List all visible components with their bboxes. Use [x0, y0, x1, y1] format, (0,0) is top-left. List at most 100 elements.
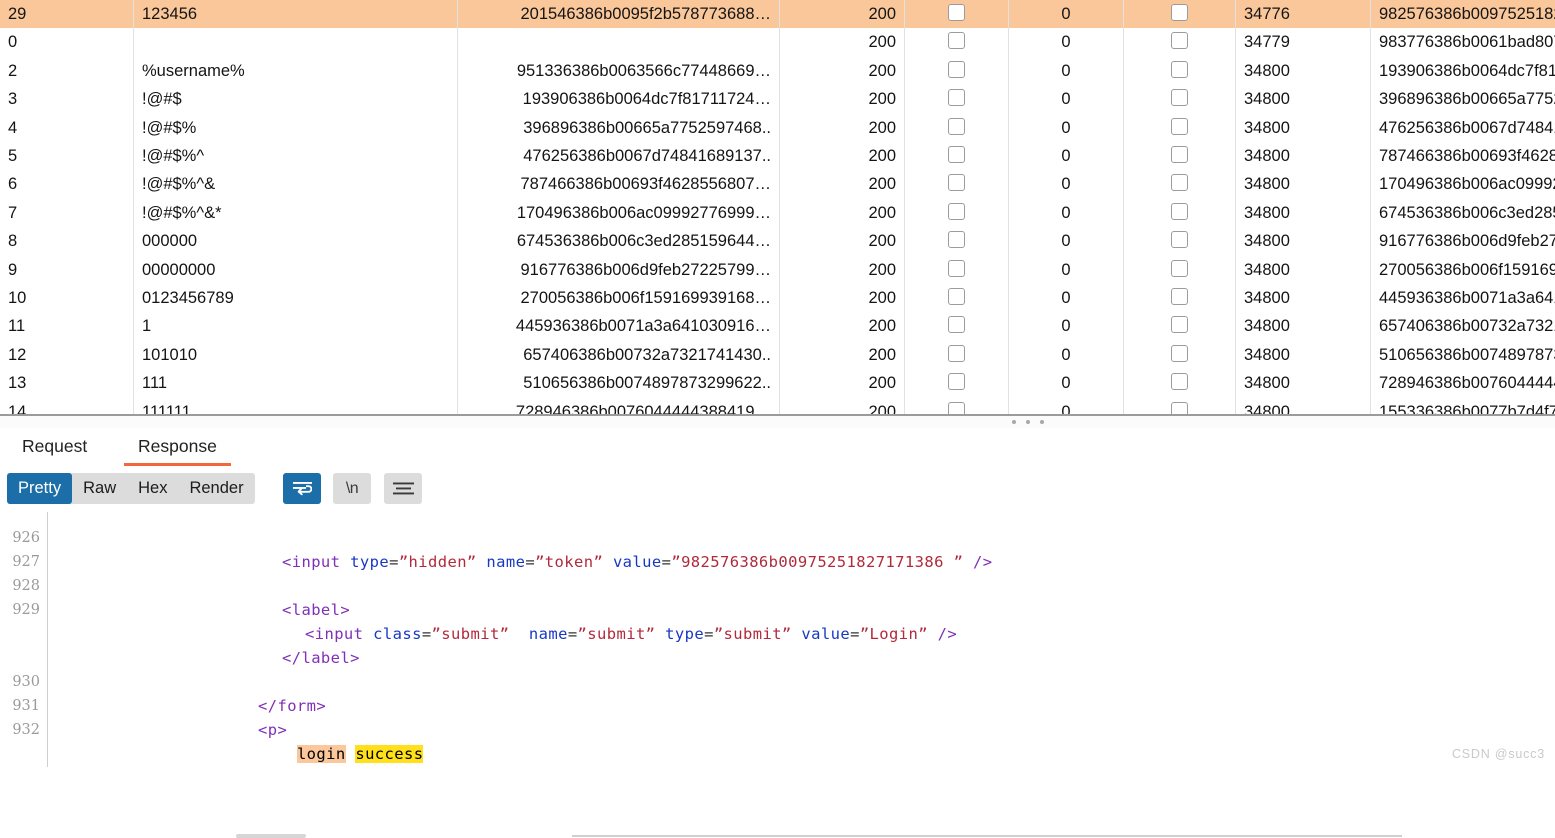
view-mode-render[interactable]: Render [178, 473, 254, 504]
results-grid[interactable]: 29123456201546386b0095f2b578773688…20003… [0, 0, 1555, 416]
cell-error-checkbox[interactable] [905, 28, 1009, 56]
checkbox[interactable] [1171, 32, 1188, 49]
cell-error-checkbox[interactable] [905, 227, 1009, 255]
horizontal-scrollbar[interactable] [0, 416, 1555, 428]
cell-error-checkbox[interactable] [905, 85, 1009, 113]
checkbox[interactable] [948, 174, 965, 191]
cell-response-token: 510656386b0074897873… [1371, 341, 1555, 369]
checkbox[interactable] [1171, 288, 1188, 305]
table-row[interactable]: 4!@#$%396896386b00665a7752597468..200034… [0, 114, 1555, 142]
table-row[interactable]: 0200034779983776386b0061bad807… [0, 28, 1555, 56]
checkbox[interactable] [1171, 203, 1188, 220]
table-row[interactable]: 100123456789270056386b006f159169939168…2… [0, 284, 1555, 312]
view-mode-raw[interactable]: Raw [72, 473, 127, 504]
cell-status: 200 [780, 199, 905, 227]
cell-length: 34800 [1236, 199, 1371, 227]
cell-cookies-checkbox[interactable] [1124, 199, 1236, 227]
checkbox[interactable] [948, 32, 965, 49]
table-row[interactable]: 111445936386b0071a3a641030916…2000348006… [0, 312, 1555, 340]
cell-error-checkbox[interactable] [905, 142, 1009, 170]
cell-error-checkbox[interactable] [905, 369, 1009, 397]
watermark: CSDN @succ3 [1452, 747, 1545, 761]
cell-cookies-checkbox[interactable] [1124, 85, 1236, 113]
checkbox[interactable] [948, 61, 965, 78]
table-row[interactable]: 7!@#$%^&*170496386b006ac09992776999…2000… [0, 199, 1555, 227]
checkbox[interactable] [1171, 118, 1188, 135]
checkbox[interactable] [948, 118, 965, 135]
checkbox[interactable] [1171, 146, 1188, 163]
checkbox[interactable] [948, 203, 965, 220]
checkbox[interactable] [1171, 174, 1188, 191]
checkbox[interactable] [1171, 373, 1188, 390]
checkbox[interactable] [1171, 345, 1188, 362]
table-row[interactable]: 12101010657406386b00732a7321741430..2000… [0, 341, 1555, 369]
cell-error-checkbox[interactable] [905, 57, 1009, 85]
checkbox[interactable] [1171, 61, 1188, 78]
cell-error-checkbox[interactable] [905, 114, 1009, 142]
table-row[interactable]: 900000000916776386b006d9feb27225799…2000… [0, 256, 1555, 284]
table-row[interactable]: 5!@#$%^476256386b0067d74841689137..20003… [0, 142, 1555, 170]
cell-error-checkbox[interactable] [905, 170, 1009, 198]
cell-status: 200 [780, 284, 905, 312]
view-mode-segmented-control[interactable]: Pretty Raw Hex Render [7, 473, 255, 504]
checkbox[interactable] [948, 260, 965, 277]
tab-request[interactable]: Request [8, 428, 101, 466]
cell-status: 200 [780, 0, 905, 28]
cell-cookies-checkbox[interactable] [1124, 341, 1236, 369]
cell-error-checkbox[interactable] [905, 0, 1009, 28]
checkbox[interactable] [1171, 89, 1188, 106]
checkbox[interactable] [948, 89, 965, 106]
cell-cookies-checkbox[interactable] [1124, 0, 1236, 28]
view-mode-pretty[interactable]: Pretty [7, 473, 72, 504]
cell-error-checkbox[interactable] [905, 312, 1009, 340]
panel-splitter-handle[interactable] [1012, 418, 1044, 426]
cell-cookies-checkbox[interactable] [1124, 57, 1236, 85]
word-wrap-icon [293, 481, 312, 496]
cell-cookies-checkbox[interactable] [1124, 170, 1236, 198]
cell-cookies-checkbox[interactable] [1124, 142, 1236, 170]
cell-error-checkbox[interactable] [905, 284, 1009, 312]
scrollbar-thumb[interactable] [236, 834, 306, 838]
table-row[interactable]: 3!@#$193906386b0064dc7f81711724…20003480… [0, 85, 1555, 113]
cell-response-token: 170496386b006ac09992… [1371, 170, 1555, 198]
table-row[interactable]: 13111510656386b0074897873299622..2000348… [0, 369, 1555, 397]
cell-timeout: 0 [1009, 114, 1124, 142]
cell-cookies-checkbox[interactable] [1124, 369, 1236, 397]
checkbox[interactable] [948, 146, 965, 163]
checkbox[interactable] [1171, 4, 1188, 21]
cell-cookies-checkbox[interactable] [1124, 114, 1236, 142]
response-body-viewer[interactable]: 926 927 928 929 930 931 932 <input type=… [0, 512, 1555, 767]
line-format-button[interactable] [384, 473, 422, 504]
table-row[interactable]: 2%username%951336386b0063566c77448669…20… [0, 57, 1555, 85]
newline-toggle-button[interactable]: \n [333, 473, 371, 504]
checkbox[interactable] [948, 316, 965, 333]
cell-payload: !@#$ [134, 85, 458, 113]
checkbox[interactable] [948, 231, 965, 248]
checkbox[interactable] [1171, 316, 1188, 333]
cell-response-token: 982576386b0097525182… [1371, 0, 1555, 28]
table-row[interactable]: 6!@#$%^&787466386b00693f4628556807…20003… [0, 170, 1555, 198]
cell-error-checkbox[interactable] [905, 256, 1009, 284]
cell-cookies-checkbox[interactable] [1124, 28, 1236, 56]
cell-token: 170496386b006ac09992776999… [458, 199, 780, 227]
intruder-results-table[interactable]: 29123456201546386b0095f2b578773688…20003… [0, 0, 1555, 416]
cell-cookies-checkbox[interactable] [1124, 256, 1236, 284]
gutter-divider [47, 512, 48, 767]
cell-error-checkbox[interactable] [905, 341, 1009, 369]
view-mode-hex[interactable]: Hex [127, 473, 178, 504]
checkbox[interactable] [1171, 260, 1188, 277]
message-tabs: Request Response [0, 428, 1555, 467]
cell-cookies-checkbox[interactable] [1124, 312, 1236, 340]
checkbox[interactable] [948, 288, 965, 305]
cell-error-checkbox[interactable] [905, 199, 1009, 227]
table-row[interactable]: 29123456201546386b0095f2b578773688…20003… [0, 0, 1555, 28]
table-row[interactable]: 8000000674536386b006c3ed285159644…200034… [0, 227, 1555, 255]
checkbox[interactable] [1171, 231, 1188, 248]
cell-cookies-checkbox[interactable] [1124, 227, 1236, 255]
checkbox[interactable] [948, 4, 965, 21]
cell-cookies-checkbox[interactable] [1124, 284, 1236, 312]
tab-response[interactable]: Response [124, 428, 231, 466]
checkbox[interactable] [948, 373, 965, 390]
checkbox[interactable] [948, 345, 965, 362]
word-wrap-toggle-button[interactable] [283, 473, 321, 504]
